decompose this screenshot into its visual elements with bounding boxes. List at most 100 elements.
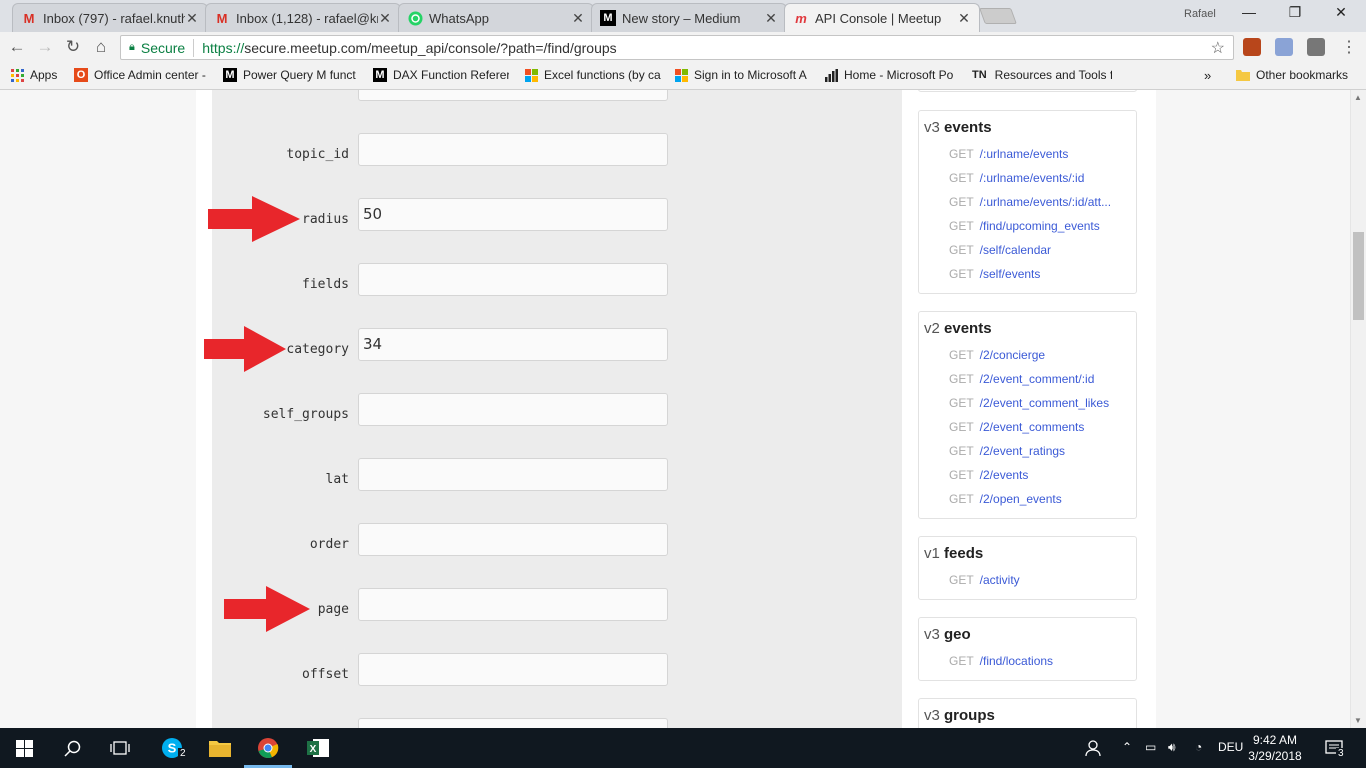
scrollbar-thumb[interactable]	[1353, 232, 1364, 320]
bookmark-label: DAX Function Referer	[393, 68, 509, 82]
radius-input[interactable]: 50	[358, 198, 668, 231]
windows-start-icon[interactable]	[12, 736, 36, 760]
http-method: GET	[949, 444, 974, 458]
endpoint-link[interactable]: GET/self/calendar	[949, 238, 1134, 262]
back-icon[interactable]: ←	[6, 37, 28, 57]
bookmark-label: Other bookmarks	[1256, 68, 1349, 82]
tab-whatsapp[interactable]: WhatsApp ✕	[398, 3, 594, 32]
endpoint-link[interactable]: GET/2/event_comment/:id	[949, 367, 1134, 391]
http-method: GET	[949, 219, 974, 233]
endpoint-link[interactable]: GET/2/event_comment_likes	[949, 391, 1134, 415]
bookmark-sign-in-microsoft[interactable]: Sign in to Microsoft A	[674, 68, 812, 82]
taskbar-clock[interactable]: 9:42 AM 3/29/2018	[1246, 732, 1304, 764]
maximize-icon[interactable]: ❐	[1272, 4, 1318, 21]
page-input[interactable]	[358, 588, 668, 621]
topic-id-input[interactable]	[358, 133, 668, 166]
field-input-partial-bottom[interactable]	[358, 718, 668, 728]
offset-input[interactable]	[358, 653, 668, 686]
bookmark-power-query[interactable]: M Power Query M funct	[223, 68, 361, 82]
bookmark-star-icon[interactable]: ☆	[1211, 38, 1225, 58]
bookmark-office-admin[interactable]: O Office Admin center -	[74, 68, 214, 82]
version-label: v1	[924, 545, 940, 562]
order-input[interactable]	[358, 523, 668, 556]
self-groups-input[interactable]	[358, 393, 668, 426]
chrome-icon[interactable]	[256, 736, 280, 760]
sidebar-card-v2-events: v2 events GET/2/concierge GET/2/event_co…	[918, 311, 1137, 519]
endpoint-link[interactable]: GET/find/locations	[949, 649, 1134, 673]
battery-icon[interactable]: ▭	[1145, 740, 1156, 754]
extension-like-icon[interactable]	[1275, 38, 1293, 56]
page-scrollbar[interactable]: ▲ ▼	[1350, 90, 1366, 728]
fields-input[interactable]	[358, 263, 668, 296]
field-input-partial[interactable]	[358, 90, 668, 101]
people-icon[interactable]	[1082, 736, 1106, 760]
bookmark-other[interactable]: Other bookmarks	[1236, 68, 1348, 82]
label-offset: offset	[302, 667, 349, 682]
bookmark-resources-tools[interactable]: TN Resources and Tools f	[972, 68, 1112, 82]
bookmark-excel-functions[interactable]: Excel functions (by ca	[524, 68, 661, 82]
endpoint-path: /find/upcoming_events	[979, 219, 1100, 233]
excel-icon[interactable]: X	[306, 736, 330, 760]
http-method: GET	[949, 267, 974, 281]
endpoint-path: /:urlname/events/:id/att...	[979, 195, 1112, 209]
endpoint-link[interactable]: GET/2/event_comments	[949, 415, 1134, 439]
scroll-down-icon[interactable]: ▼	[1354, 716, 1362, 725]
endpoint-link[interactable]: GET/2/event_ratings	[949, 439, 1134, 463]
window-close-icon[interactable]: ✕	[1318, 4, 1364, 21]
language-indicator[interactable]: DEU	[1218, 740, 1243, 754]
category-input[interactable]: 34	[358, 328, 668, 361]
chevron-up-icon[interactable]: ⌃	[1122, 740, 1132, 754]
tab-medium[interactable]: M New story – Medium ✕	[591, 3, 787, 32]
minimize-icon[interactable]: —	[1226, 4, 1272, 20]
url-path: secure.meetup.com/meetup_api/console/?pa…	[244, 39, 617, 56]
new-tab-button[interactable]	[979, 8, 1017, 24]
close-icon[interactable]: ✕	[571, 10, 585, 27]
bookmarks-overflow-chevron[interactable]: »	[1204, 68, 1211, 83]
endpoint-link[interactable]: GET/2/concierge	[949, 343, 1134, 367]
section-name: groups	[944, 707, 995, 724]
close-icon[interactable]: ✕	[957, 10, 971, 27]
endpoint-link[interactable]: GET /:urlname/events/:id	[949, 166, 1134, 190]
bookmark-apps[interactable]: Apps	[10, 68, 57, 82]
extension-todoist-icon[interactable]	[1243, 38, 1261, 56]
section-name: feeds	[944, 545, 984, 562]
home-icon[interactable]: ⌂	[90, 37, 112, 57]
bookmarks-bar: Apps O Office Admin center - M Power Que…	[0, 62, 1366, 90]
network-icon[interactable]: ◔	[1195, 740, 1202, 754]
file-explorer-icon[interactable]	[208, 736, 232, 760]
forward-icon[interactable]: →	[34, 37, 56, 57]
endpoint-link[interactable]: GET/activity	[949, 568, 1134, 592]
endpoint-link[interactable]: GET/2/open_events	[949, 487, 1134, 511]
http-method: GET	[949, 492, 974, 506]
url-scheme: https://	[202, 39, 245, 56]
extension-icon[interactable]	[1307, 38, 1325, 56]
endpoint-link[interactable]: GET/self/events	[949, 262, 1134, 286]
lock-icon: 🔒︎	[129, 41, 135, 53]
reload-icon[interactable]: ↻	[62, 37, 84, 57]
scroll-up-icon[interactable]: ▲	[1354, 93, 1362, 102]
red-arrow-radius	[208, 196, 300, 242]
endpoint-link[interactable]: GET/2/events	[949, 463, 1134, 487]
lat-input[interactable]	[358, 458, 668, 491]
task-view-icon[interactable]	[108, 736, 132, 760]
endpoint-link[interactable]: GET /:urlname/events/:id/att...	[949, 190, 1134, 214]
close-icon[interactable]: ✕	[185, 10, 199, 27]
search-icon[interactable]	[60, 736, 84, 760]
tab-meetup-api-console[interactable]: m API Console | Meetup ✕	[784, 3, 980, 32]
tab-gmail-1[interactable]: M Inbox (797) - rafael.knuth ✕	[12, 3, 208, 32]
svg-text:S: S	[168, 741, 177, 756]
address-bar[interactable]: 🔒︎ Secure https://secure.meetup.com/meet…	[120, 35, 1234, 60]
endpoint-path: /:urlname/events	[979, 147, 1069, 161]
profile-name[interactable]: Rafael	[1184, 8, 1216, 20]
endpoint-link[interactable]: GET/find/upcoming_events	[949, 214, 1134, 238]
browser-toolbar: ← → ↻ ⌂ 🔒︎ Secure https://secure.meetup.…	[0, 32, 1366, 62]
volume-icon[interactable]: 🔊︎	[1168, 740, 1176, 755]
bookmark-dax[interactable]: M DAX Function Referer	[373, 68, 509, 82]
close-icon[interactable]: ✕	[378, 10, 392, 27]
tab-gmail-2[interactable]: M Inbox (1,128) - rafael@kn ✕	[205, 3, 401, 32]
endpoint-link[interactable]: GET /:urlname/events	[949, 142, 1134, 166]
bookmark-power-bi-home[interactable]: Home - Microsoft Po	[824, 68, 960, 82]
menu-icon[interactable]: ⋮	[1338, 37, 1360, 57]
close-icon[interactable]: ✕	[764, 10, 778, 27]
card-title: v3 groups	[919, 699, 1136, 724]
